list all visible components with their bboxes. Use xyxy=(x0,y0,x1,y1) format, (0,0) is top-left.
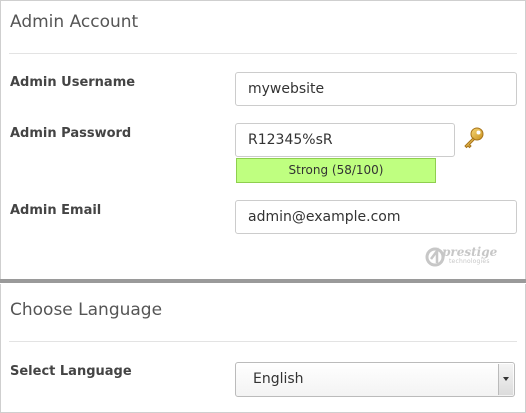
admin-password-input[interactable] xyxy=(235,123,455,157)
logo-tagline: technologies xyxy=(449,258,490,265)
choose-language-title: Choose Language xyxy=(10,300,163,320)
admin-password-label: Admin Password xyxy=(10,126,132,141)
section-divider xyxy=(9,53,517,54)
language-select[interactable]: English xyxy=(235,362,515,397)
key-icon[interactable] xyxy=(461,125,487,151)
admin-username-label: Admin Username xyxy=(10,75,136,90)
language-select-value: English xyxy=(253,371,304,387)
admin-email-input[interactable] xyxy=(235,200,517,234)
password-strength-meter: Strong (58/100) xyxy=(236,158,436,183)
admin-account-panel: Admin Account Admin Username Admin Passw… xyxy=(0,0,526,279)
admin-email-label: Admin Email xyxy=(10,203,102,218)
chevron-down-icon[interactable] xyxy=(498,364,513,395)
admin-username-input[interactable] xyxy=(235,72,517,106)
select-language-label: Select Language xyxy=(10,364,132,379)
admin-account-title: Admin Account xyxy=(10,12,139,32)
panel-separator xyxy=(0,279,526,283)
prestige-logo: prestige technologies xyxy=(425,245,497,271)
logo-name: prestige xyxy=(442,245,498,259)
section-divider xyxy=(9,341,517,342)
